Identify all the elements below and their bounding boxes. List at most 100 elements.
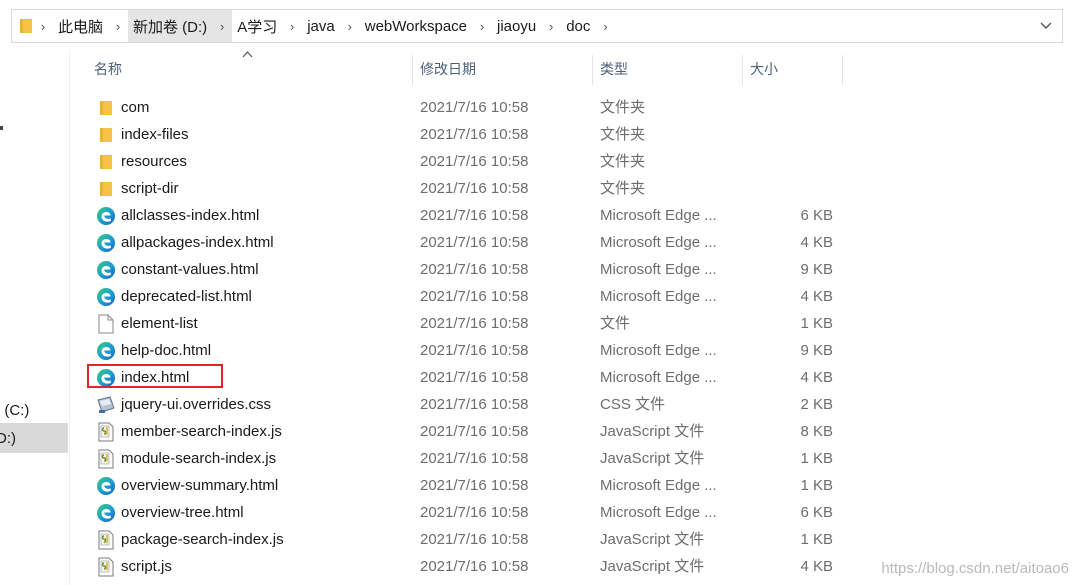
file-row[interactable]: constant-values.html 2021/7/16 10:58 Micro… — [78, 256, 1077, 283]
chevron-right-icon[interactable]: › — [340, 10, 360, 42]
file-row[interactable]: overview-summary.html 2021/7/16 10:58 Micr… — [78, 472, 1077, 499]
file-date: 2021/7/16 10:58 — [420, 531, 529, 548]
chevron-right-icon[interactable]: › — [472, 10, 492, 42]
file-size — [768, 175, 833, 202]
file-name: help-doc.html — [121, 342, 212, 359]
breadcrumb-jiaoyu[interactable]: jiaoyu — [492, 10, 541, 42]
column-size[interactable]: 大小 — [750, 51, 778, 87]
file-name: member-search-index.js — [121, 423, 282, 440]
file-row[interactable]: allpackages-index.html 2021/7/16 10:58 Mic… — [78, 229, 1077, 256]
file-row[interactable]: index-files 2021/7/16 10:58 文件夹 — [78, 121, 1077, 148]
chevron-down-icon[interactable] — [1038, 18, 1054, 34]
file-type: JavaScript 文件 — [600, 531, 705, 548]
file-row[interactable]: com 2021/7/16 10:58 文件夹 — [78, 94, 1077, 121]
file-row[interactable]: index.html 2021/7/16 10:58 Microsoft Edge … — [78, 364, 1077, 391]
chevron-right-icon[interactable]: › — [33, 10, 53, 42]
file-date: 2021/7/16 10:58 — [420, 207, 529, 224]
edge-icon — [96, 340, 116, 361]
file-name: element-list — [121, 315, 198, 332]
file-date: 2021/7/16 10:58 — [420, 126, 529, 143]
file-date: 2021/7/16 10:58 — [420, 396, 529, 413]
file-date: 2021/7/16 10:58 — [420, 288, 529, 305]
edge-icon — [96, 232, 116, 253]
js-file-icon — [96, 448, 116, 469]
column-divider[interactable] — [412, 55, 413, 85]
chevron-right-icon[interactable]: › — [212, 10, 233, 42]
file-row[interactable]: deprecated-list.html 2021/7/16 10:58 Micro… — [78, 283, 1077, 310]
edge-icon — [96, 475, 116, 496]
file-row[interactable]: member-search-index.js 2021/7/16 10:58 Jav… — [78, 418, 1077, 445]
chevron-right-icon[interactable]: › — [108, 10, 128, 42]
file-size: 6 KB — [800, 207, 833, 224]
navigation-pane[interactable]: t (C:) D:) — [0, 50, 70, 585]
nav-drive-d[interactable]: D:) — [0, 423, 68, 453]
breadcrumb-drive-d[interactable]: 新加卷 (D:) — [128, 10, 213, 42]
column-date[interactable]: 修改日期 — [420, 51, 476, 87]
file-row[interactable]: overview-tree.html 2021/7/16 10:58 Microso… — [78, 499, 1077, 526]
breadcrumb-this-pc[interactable]: 此电脑 — [53, 10, 108, 42]
file-row[interactable]: module-search-index.js 2021/7/16 10:58 Jav… — [78, 445, 1077, 472]
file-date: 2021/7/16 10:58 — [420, 477, 529, 494]
file-size: 1 KB — [800, 531, 833, 548]
file-row[interactable]: script-dir 2021/7/16 10:58 文件夹 — [78, 175, 1077, 202]
file-size: 9 KB — [800, 342, 833, 359]
address-bar[interactable]: › 此电脑 › 新加卷 (D:) › A学习 › java › webWorks… — [11, 9, 1063, 43]
column-type[interactable]: 类型 — [600, 51, 628, 87]
folder-icon — [19, 18, 33, 34]
file-date: 2021/7/16 10:58 — [420, 342, 529, 359]
folder-icon — [96, 124, 116, 145]
chevron-right-icon[interactable]: › — [595, 10, 615, 42]
file-type: 文件夹 — [600, 153, 646, 170]
column-header: 名称 修改日期 类型 大小 — [78, 51, 1077, 87]
file-name: allpackages-index.html — [121, 234, 274, 251]
column-divider[interactable] — [592, 55, 593, 85]
folder-icon — [96, 97, 116, 118]
blank-file-icon — [96, 313, 116, 334]
file-size: 4 KB — [800, 558, 833, 575]
nav-drive-d-label: D:) — [0, 429, 16, 447]
column-name[interactable]: 名称 — [94, 51, 122, 87]
file-row[interactable]: help-doc.html 2021/7/16 10:58 Microsoft Ed… — [78, 337, 1077, 364]
file-row[interactable]: package-search-index.js 2021/7/16 10:58 Ja… — [78, 526, 1077, 553]
file-date: 2021/7/16 10:58 — [420, 180, 529, 197]
file-row[interactable]: element-list 2021/7/16 10:58 文件 1 KB — [78, 310, 1077, 337]
file-date: 2021/7/16 10:58 — [420, 234, 529, 251]
file-row[interactable]: jquery-ui.overrides.css 2021/7/16 10:58 CS… — [78, 391, 1077, 418]
file-row[interactable]: resources 2021/7/16 10:58 文件夹 — [78, 148, 1077, 175]
file-date: 2021/7/16 10:58 — [420, 315, 529, 332]
file-size: 9 KB — [800, 261, 833, 278]
file-size — [768, 148, 833, 175]
file-size: 4 KB — [800, 369, 833, 386]
breadcrumb-a-study[interactable]: A学习 — [232, 10, 282, 42]
breadcrumb-webworkspace[interactable]: webWorkspace — [360, 10, 472, 42]
file-date: 2021/7/16 10:58 — [420, 153, 529, 170]
file-name: overview-tree.html — [121, 504, 244, 521]
column-divider[interactable] — [842, 55, 843, 85]
file-type: Microsoft Edge ... — [600, 342, 717, 359]
file-name: jquery-ui.overrides.css — [121, 396, 272, 413]
file-type: Microsoft Edge ... — [600, 369, 717, 386]
file-name: script.js — [121, 558, 172, 575]
chevron-right-icon[interactable]: › — [541, 10, 561, 42]
file-size: 6 KB — [800, 504, 833, 521]
breadcrumb-java[interactable]: java — [302, 10, 340, 42]
file-type: 文件夹 — [600, 126, 646, 143]
edge-icon — [96, 286, 116, 307]
chevron-right-icon[interactable]: › — [282, 10, 302, 42]
file-type: Microsoft Edge ... — [600, 477, 717, 494]
edge-icon — [96, 502, 116, 523]
file-size: 1 KB — [800, 477, 833, 494]
file-name: com — [121, 99, 150, 116]
file-name: module-search-index.js — [121, 450, 277, 467]
css-file-icon — [96, 394, 116, 415]
highlight-box — [87, 364, 223, 388]
breadcrumb-doc[interactable]: doc — [561, 10, 595, 42]
edge-icon — [96, 205, 116, 226]
file-row[interactable]: allclasses-index.html 2021/7/16 10:58 Micr… — [78, 202, 1077, 229]
file-type: CSS 文件 — [600, 396, 666, 413]
column-divider[interactable] — [742, 55, 743, 85]
file-size: 2 KB — [800, 396, 833, 413]
file-size: 1 KB — [800, 315, 833, 332]
file-type: Microsoft Edge ... — [600, 234, 717, 251]
nav-drive-c[interactable]: t (C:) — [0, 395, 68, 425]
